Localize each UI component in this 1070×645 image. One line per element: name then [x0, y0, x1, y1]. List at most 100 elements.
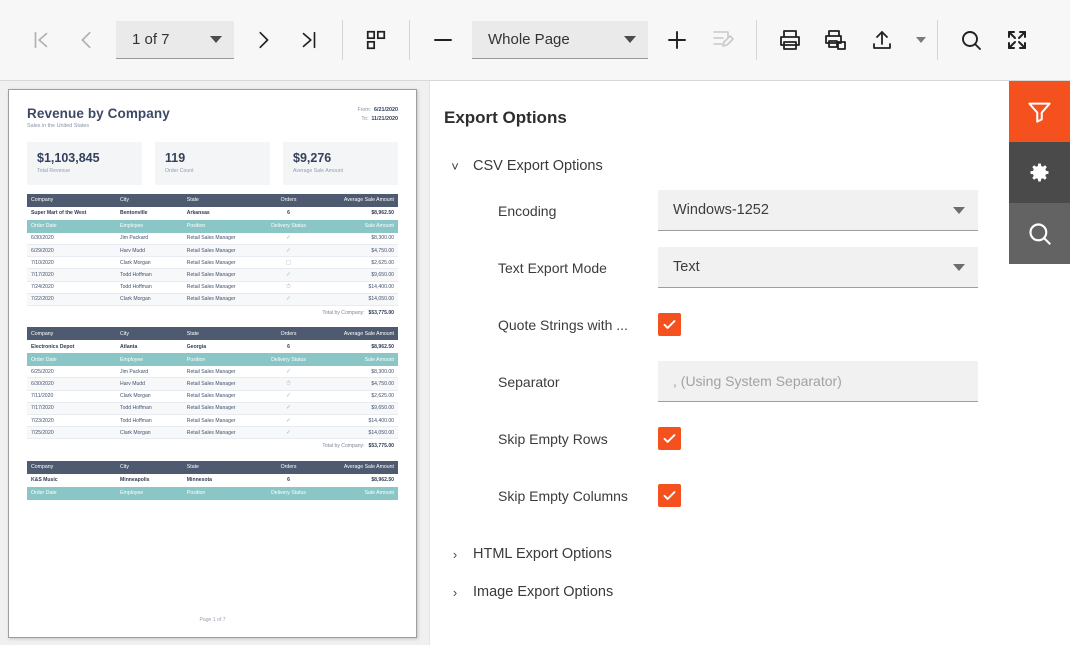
row-quote-strings: Quote Strings with ...: [444, 296, 979, 353]
zoom-selector[interactable]: Whole Page: [472, 21, 648, 59]
table-cell: Retail Sales Manager: [182, 402, 265, 415]
detail-header-cell: Sale Amount: [312, 219, 398, 233]
table-cell: 7/23/2020: [27, 414, 117, 428]
edit-document-button[interactable]: [700, 17, 746, 63]
kpi-label: Total Revenue: [37, 168, 71, 174]
page-thumbnails-button[interactable]: [353, 17, 399, 63]
detail-header-cell: Order Date: [27, 486, 117, 500]
export-options-panel: Export Options ˅ CSV Export Options Enco…: [429, 81, 1009, 645]
fullscreen-button[interactable]: [994, 17, 1040, 63]
chevron-down-icon: [210, 36, 222, 43]
company-header-cell: City: [116, 460, 183, 474]
export-menu-button[interactable]: [905, 17, 927, 63]
table-cell: 7/22/2020: [27, 293, 117, 306]
label-quote-strings: Quote Strings with ...: [498, 316, 628, 333]
company-cell: 6: [287, 210, 290, 217]
table-cell: Retail Sales Manager: [182, 390, 265, 403]
report-page-footer: Page 1 of 7: [199, 617, 226, 623]
group-header-html[interactable]: › HTML Export Options: [444, 546, 979, 562]
table-cell: Harv Mudd: [116, 377, 183, 391]
table-row: 6/29/2020 Harv Mudd Retail Sales Manager ✓ $…: [27, 244, 398, 258]
row-skip-empty-columns: Skip Empty Columns: [444, 467, 979, 524]
table-cell: Retail Sales Manager: [182, 281, 265, 294]
previous-page-button[interactable]: [64, 17, 110, 63]
table-cell: Todd Hoffman: [116, 414, 183, 428]
kpi-cards: $1,103,845 Total Revenue 119 Order Count…: [27, 142, 398, 185]
first-page-button[interactable]: [18, 17, 64, 63]
delivery-status-cell: ⏱: [264, 281, 313, 294]
rail-settings-button[interactable]: [1009, 142, 1070, 203]
chevron-right-icon: ›: [452, 584, 458, 600]
table-cell: 7/24/2020: [27, 281, 117, 294]
right-rail: [1009, 81, 1070, 645]
detail-header-cell: Order Date: [27, 219, 117, 233]
control-encoding: Windows-1252: [658, 190, 979, 231]
search-button[interactable]: [948, 17, 994, 63]
zoom-in-button[interactable]: [654, 17, 700, 63]
group-header-image[interactable]: › Image Export Options: [444, 584, 979, 600]
kpi-value: $9,276: [293, 151, 332, 165]
export-button[interactable]: [859, 17, 905, 63]
text-export-mode-select[interactable]: Text: [658, 247, 978, 288]
table-row: 7/23/2020 Todd Hoffman Retail Sales Manage…: [27, 414, 398, 428]
table-cell: Retail Sales Manager: [182, 244, 265, 258]
company-cell: 6: [287, 343, 290, 350]
table-cell: $2,625.00: [312, 256, 398, 270]
delivery-status-cell: ✓: [264, 426, 313, 440]
company-cell: Bentonville: [120, 210, 148, 217]
page-selector[interactable]: 1 of 7: [116, 21, 234, 59]
delivery-status-cell: ✓: [264, 402, 313, 415]
table-row: 7/24/2020 Todd Hoffman Retail Sales Manage…: [27, 281, 398, 294]
print-multiple-button[interactable]: [813, 17, 859, 63]
text-export-mode-value: Text: [673, 259, 700, 275]
rail-filter-button[interactable]: [1009, 81, 1070, 142]
label-separator: Separator: [498, 373, 560, 390]
rail-search-button[interactable]: [1009, 203, 1070, 264]
control-skip-empty-columns: [658, 484, 979, 507]
chevron-right-icon: ›: [452, 546, 458, 562]
company-row: Electronics Depot Atlanta Georgia 6 $8,962.5…: [27, 340, 398, 353]
group-header-csv[interactable]: ˅ CSV Export Options: [444, 158, 979, 174]
company-header-cell: Orders: [264, 327, 313, 341]
separator-input[interactable]: [658, 361, 978, 402]
table-cell: Retail Sales Manager: [182, 268, 265, 282]
print-button[interactable]: [767, 17, 813, 63]
status-check-icon: ✓: [286, 417, 292, 424]
report-subtitle: Sales in the United States: [27, 123, 90, 129]
table-cell: 6/30/2020: [27, 232, 117, 245]
skip-empty-rows-checkbox[interactable]: [658, 427, 681, 450]
delivery-status-cell: ✓: [264, 366, 313, 379]
status-check-icon: ✓: [286, 429, 292, 436]
label-skip-empty-columns: Skip Empty Columns: [498, 487, 628, 504]
encoding-select[interactable]: Windows-1252: [658, 190, 978, 231]
page-selector-value: 1 of 7: [132, 31, 170, 48]
group-label-image: Image Export Options: [473, 584, 614, 600]
company-cell: $8,962.50: [371, 210, 394, 217]
skip-empty-columns-checkbox[interactable]: [658, 484, 681, 507]
table-cell: Clark Morgan: [116, 426, 183, 440]
control-skip-empty-rows: [658, 427, 979, 450]
table-cell: Clark Morgan: [116, 390, 183, 403]
company-table: Company City State Orders Average Sale Amoun…: [27, 327, 398, 452]
table-cell: $4,750.00: [312, 377, 398, 391]
next-page-button[interactable]: [240, 17, 286, 63]
report-date-range: From: 6/21/2020 To: 11/21/2020: [357, 106, 398, 125]
table-row: 7/17/2020 Todd Hoffman Retail Sales Manage…: [27, 268, 398, 282]
table-cell: $8,300.00: [312, 232, 398, 245]
zoom-out-button[interactable]: [420, 17, 466, 63]
table-cell: $14,050.00: [312, 293, 398, 306]
company-total-cell: Total by Company: $53,775.00: [27, 438, 398, 452]
document-preview[interactable]: Revenue by Company Sales in the United S…: [0, 81, 429, 645]
table-cell: 6/30/2020: [27, 377, 117, 391]
kpi-label: Average Sale Amount: [293, 168, 344, 174]
kpi-card: $1,103,845 Total Revenue: [27, 142, 142, 185]
detail-header-cell: Employee: [116, 486, 183, 500]
detail-header-row: Order Date Employee Position Delivery Statu…: [27, 486, 398, 500]
company-header-row: Company City State Orders Average Sale Amoun…: [27, 194, 398, 207]
company-cell: Minneapolis: [120, 477, 150, 484]
viewer-body: Revenue by Company Sales in the United S…: [0, 81, 1070, 645]
last-page-button[interactable]: [286, 17, 332, 63]
check-icon: [663, 320, 676, 329]
quote-strings-checkbox[interactable]: [658, 313, 681, 336]
status-clock-icon: ⏱: [286, 284, 291, 291]
